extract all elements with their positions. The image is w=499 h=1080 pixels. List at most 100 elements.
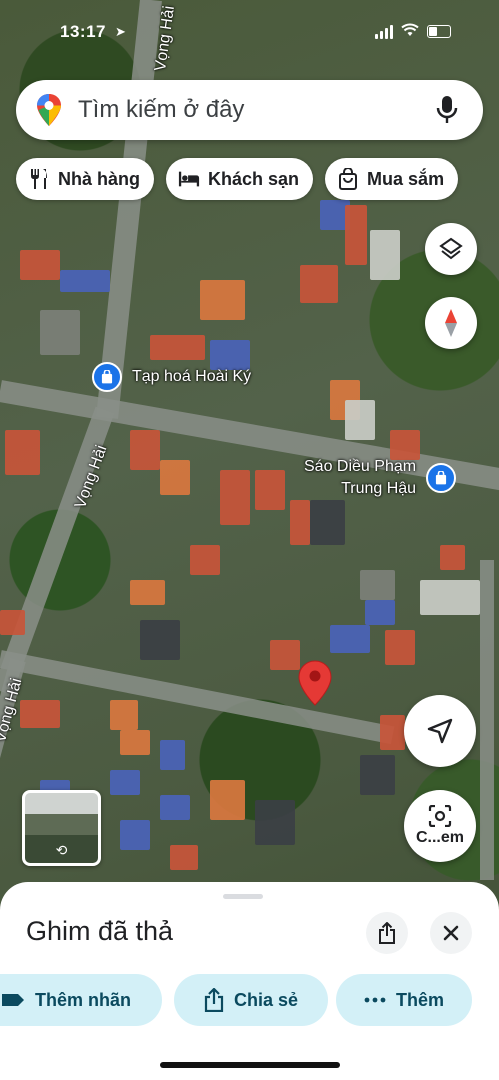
building xyxy=(380,715,405,750)
building xyxy=(110,700,138,730)
compass-icon xyxy=(445,309,457,337)
building xyxy=(5,430,40,475)
dropped-pin-marker[interactable] xyxy=(298,660,332,706)
action-label: Thêm nhãn xyxy=(34,989,131,1010)
mic-icon[interactable] xyxy=(435,95,459,125)
poi-label-line1: Sáo Diều Phạm xyxy=(304,458,417,475)
building xyxy=(130,430,160,470)
share-icon xyxy=(204,988,224,1012)
building xyxy=(290,500,310,545)
camera-label: C...em xyxy=(415,829,464,846)
building xyxy=(160,460,190,495)
home-indicator[interactable] xyxy=(160,1062,340,1068)
category-chips: Nhà hàng Khách sạn Mua sắm xyxy=(16,158,459,200)
building xyxy=(20,250,60,280)
chip-label: Nhà hàng xyxy=(58,168,141,189)
road xyxy=(0,650,395,745)
building xyxy=(365,600,395,625)
cellular-signal-icon xyxy=(375,24,393,39)
status-bar: 13:17 ➤ xyxy=(0,20,499,48)
building xyxy=(310,500,345,545)
directions-button[interactable] xyxy=(404,695,476,767)
add-label-button[interactable]: Thêm nhãn xyxy=(0,974,162,1026)
label-icon xyxy=(1,993,25,1007)
building xyxy=(150,335,205,360)
poi-tap-hoa-hoai-ky[interactable]: Tạp hoá Hoài Ký xyxy=(92,362,251,392)
restaurant-icon xyxy=(28,168,50,190)
action-label: Chia sẻ xyxy=(233,989,299,1010)
building xyxy=(120,730,150,755)
building xyxy=(255,800,295,845)
building xyxy=(300,265,338,303)
building xyxy=(270,640,300,670)
share-action-button[interactable]: Chia sẻ xyxy=(174,974,328,1026)
building xyxy=(220,470,250,525)
road xyxy=(480,560,494,880)
close-icon xyxy=(443,925,459,941)
building xyxy=(130,580,165,605)
building xyxy=(120,820,150,850)
bottom-sheet: Ghim đã thả Thêm nhãn Chia sẻ Thêm xyxy=(0,882,499,1080)
layers-icon xyxy=(439,237,463,260)
share-icon xyxy=(379,922,395,944)
poi-label-line2: Trung Hậu xyxy=(341,480,417,497)
chip-hotels[interactable]: Khách sạn xyxy=(166,158,314,200)
building xyxy=(440,545,465,570)
search-bar[interactable]: Tìm kiếm ở đây xyxy=(16,80,483,140)
building xyxy=(170,845,198,870)
rotate-360-icon: ⟲ xyxy=(55,842,68,858)
sheet-title: Ghim đã thả xyxy=(26,916,174,946)
shopping-bag-icon xyxy=(426,463,457,493)
status-icons xyxy=(375,23,451,40)
status-time: 13:17 xyxy=(60,22,106,41)
layers-button[interactable] xyxy=(425,223,477,275)
building xyxy=(210,780,245,820)
building xyxy=(40,310,80,355)
street-view-thumbnail[interactable]: ⟲ xyxy=(22,790,101,866)
building xyxy=(255,470,285,510)
building xyxy=(360,570,395,600)
more-icon xyxy=(364,997,386,1003)
building xyxy=(160,795,190,820)
building xyxy=(420,580,480,615)
battery-icon xyxy=(427,25,451,38)
building xyxy=(60,270,110,292)
building xyxy=(345,400,375,440)
poi-label: Sáo Diều Phạm Trung Hậu xyxy=(304,456,416,500)
location-arrow-icon: ➤ xyxy=(115,24,126,39)
chip-shopping[interactable]: Mua sắm xyxy=(325,158,459,200)
wifi-icon xyxy=(401,23,419,40)
building xyxy=(190,545,220,575)
compass-button[interactable] xyxy=(425,297,477,349)
search-input[interactable]: Tìm kiếm ở đây xyxy=(78,96,435,124)
building xyxy=(370,230,400,280)
building xyxy=(20,700,60,728)
building xyxy=(0,610,25,635)
drag-handle[interactable] xyxy=(223,894,263,899)
chip-label: Mua sắm xyxy=(367,168,445,189)
action-label: Thêm xyxy=(395,989,444,1010)
chip-label: Khách sạn xyxy=(208,168,300,189)
navigate-icon xyxy=(427,718,453,744)
camera-lens-icon xyxy=(428,805,452,827)
close-button[interactable] xyxy=(430,912,472,954)
camera-search-button[interactable]: C...em xyxy=(404,790,476,862)
building xyxy=(360,755,395,795)
building xyxy=(345,205,367,265)
maps-pin-icon xyxy=(37,94,61,126)
more-button[interactable]: Thêm xyxy=(336,974,472,1026)
action-row: Thêm nhãn Chia sẻ Thêm xyxy=(0,974,499,1028)
poi-label: Tạp hoá Hoài Ký xyxy=(132,368,252,385)
building xyxy=(160,740,185,770)
share-button[interactable] xyxy=(366,912,408,954)
building xyxy=(140,620,180,660)
chip-restaurants[interactable]: Nhà hàng xyxy=(16,158,155,200)
shopping-bag-icon xyxy=(92,362,122,392)
building xyxy=(385,630,415,665)
poi-sao-dieu-pham-trung-hau[interactable]: Sáo Diều Phạm Trung Hậu xyxy=(304,456,457,500)
building xyxy=(110,770,140,795)
hotel-icon xyxy=(178,168,200,190)
shopping-bag-icon xyxy=(337,168,359,190)
building xyxy=(330,625,370,653)
building xyxy=(200,280,245,320)
